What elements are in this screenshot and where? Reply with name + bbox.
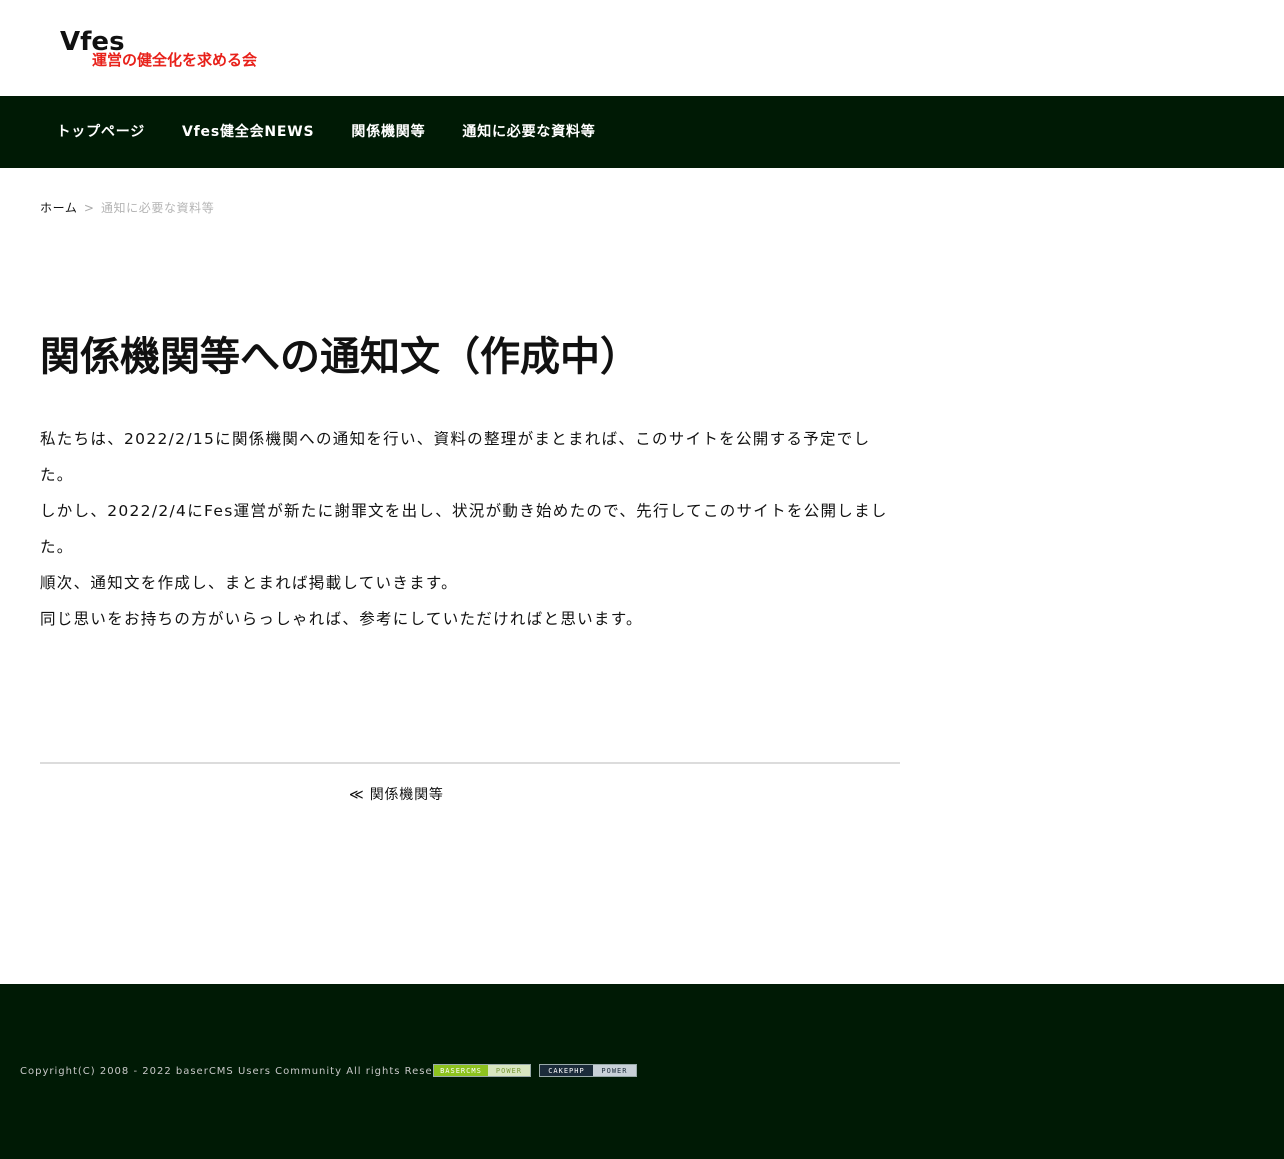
global-nav: トップページ Vfes健全会NEWS 関係機関等 通知に必要な資料等 <box>0 96 1284 168</box>
article-body: 私たちは、2022/2/15に関係機関への通知を行い、資料の整理がまとまれば、こ… <box>40 421 900 637</box>
cakephp-badge-label: CAKEPHP <box>540 1065 593 1076</box>
nav-item-top[interactable]: トップページ <box>38 96 164 168</box>
breadcrumb-separator: > <box>83 201 95 215</box>
nav-item-materials[interactable]: 通知に必要な資料等 <box>444 96 614 168</box>
logo-sub-text: 運営の健全化を求める会 <box>92 51 257 69</box>
basercms-power-badge[interactable]: BASERCMS POWER <box>433 1064 531 1077</box>
article-paragraph: しかし、2022/2/4にFes運営が新たに謝罪文を出し、状況が動き始めたので、… <box>40 502 888 556</box>
article-paragraph: 私たちは、2022/2/15に関係機関への通知を行い、資料の整理がまとまれば、こ… <box>40 430 871 484</box>
site-footer: Copyright(C) 2008 - 2022 baserCMS Users … <box>0 984 1284 1159</box>
cakephp-badge-power: POWER <box>592 1065 636 1076</box>
cakephp-power-badge[interactable]: CAKEPHP POWER <box>539 1064 637 1077</box>
page-title: 関係機関等への通知文（作成中） <box>40 334 640 380</box>
article-paragraph: 順次、通知文を作成し、まとまれば掲載していきます。 <box>40 574 458 592</box>
nav-item-news[interactable]: Vfes健全会NEWS <box>164 96 333 168</box>
article-paragraph: 同じ思いをお持ちの方がいらっしゃれば、参考にしていただければと思います。 <box>40 610 643 628</box>
basercms-badge-power: POWER <box>487 1065 530 1076</box>
nav-item-organizations[interactable]: 関係機関等 <box>333 96 444 168</box>
site-logo-image: Vfes 運営の健全化を求める会 <box>60 27 257 69</box>
site-header: Vfes 運営の健全化を求める会 <box>0 0 1284 96</box>
prev-page-link[interactable]: ≪ 関係機関等 <box>349 784 444 804</box>
site-logo[interactable]: Vfes 運営の健全化を求める会 <box>58 27 263 70</box>
breadcrumb-home-link[interactable]: ホーム <box>40 201 77 215</box>
basercms-badge-label: BASERCMS <box>434 1065 488 1076</box>
copyright-text: Copyright(C) 2008 - 2022 baserCMS Users … <box>20 1066 464 1077</box>
breadcrumb: ホーム > 通知に必要な資料等 <box>40 199 214 216</box>
content-divider <box>40 762 900 764</box>
breadcrumb-current: 通知に必要な資料等 <box>100 201 215 215</box>
